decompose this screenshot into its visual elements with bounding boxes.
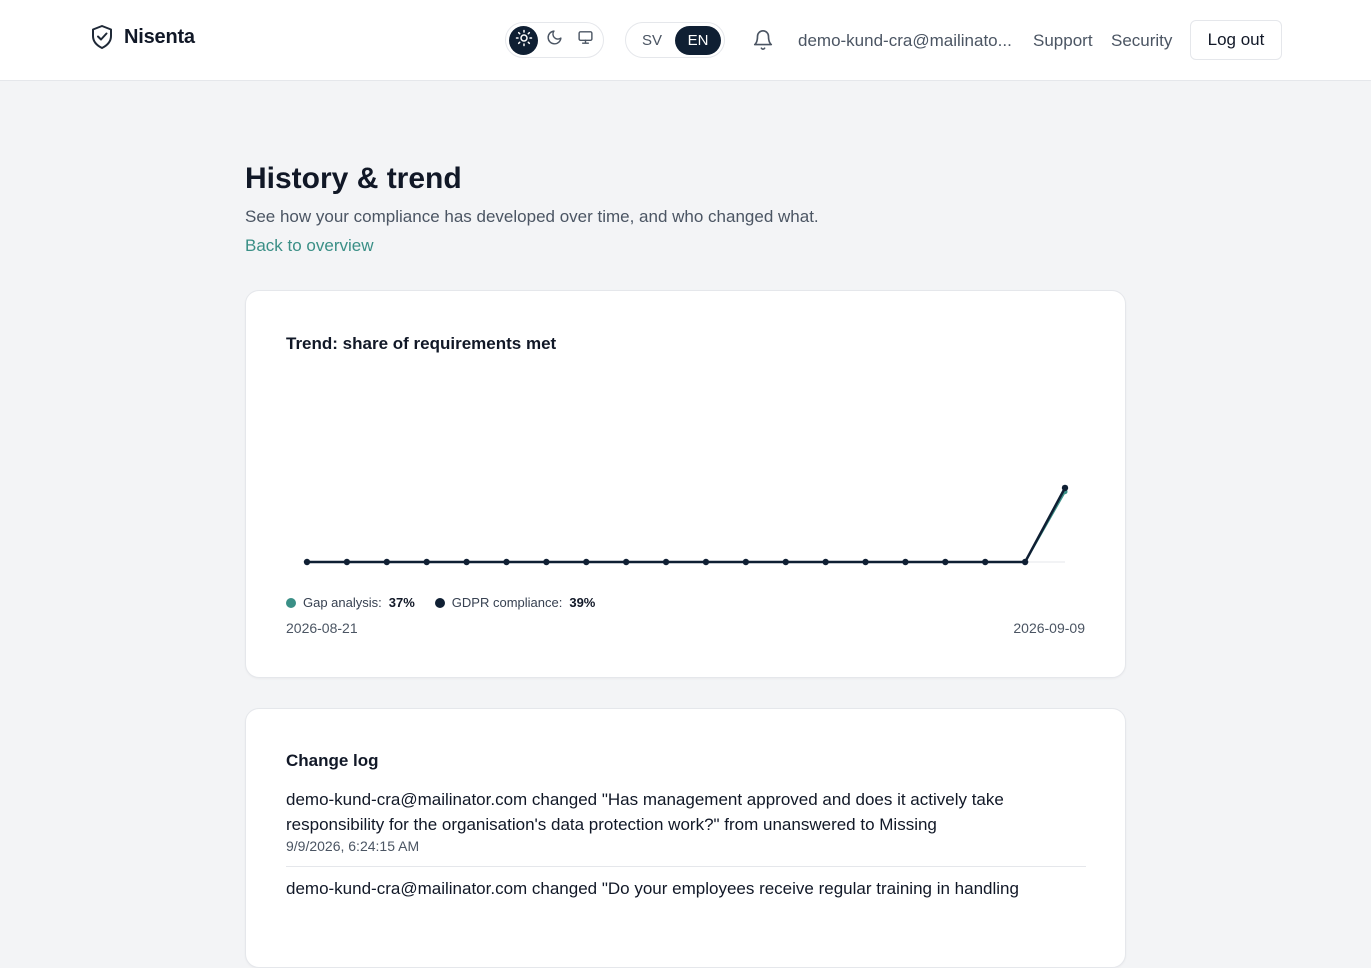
series-line-gap-analysis: [307, 491, 1066, 563]
legend-value-gap-analysis: 37%: [388, 595, 415, 610]
changelog-title: Change log: [286, 751, 379, 770]
lang-sv-button[interactable]: SV: [629, 26, 675, 55]
data-point-gdpr-compliance[interactable]: [782, 558, 789, 566]
data-point-gdpr-compliance[interactable]: [1021, 558, 1029, 566]
legend-dot-gap-analysis: [286, 597, 296, 608]
data-point-gdpr-compliance[interactable]: [622, 558, 630, 566]
shield-check-icon: [90, 24, 114, 50]
data-point-gdpr-compliance[interactable]: [423, 558, 430, 566]
changelog-card: Change log demo-kund-cra@mailinator.com …: [245, 708, 1126, 968]
legend-gdpr-compliance: GDPR compliance: 39%: [434, 595, 596, 610]
data-point-gdpr-compliance[interactable]: [463, 558, 470, 566]
theme-system-button[interactable]: [571, 26, 600, 55]
theme-dark-button[interactable]: [540, 26, 569, 55]
brand-name: Nisenta: [124, 25, 195, 48]
changelog-entry-time: 9/9/2026, 6:24:15 AM: [286, 838, 420, 854]
page-subtitle: See how your compliance has developed ov…: [245, 207, 819, 226]
changelog-divider: [286, 866, 1086, 867]
support-link[interactable]: Support: [1033, 31, 1093, 51]
sun-icon: [515, 29, 533, 52]
top-navbar: Nisenta SV EN demo-kund-cra@mailinato...…: [0, 0, 1371, 81]
legend-gap-analysis: Gap analysis: 37%: [286, 595, 415, 610]
data-point-gdpr-compliance[interactable]: [583, 558, 590, 566]
brand-logo[interactable]: Nisenta: [90, 24, 195, 50]
data-point-gdpr-compliance[interactable]: [702, 558, 710, 566]
data-point-gdpr-compliance[interactable]: [662, 558, 670, 566]
language-switcher: SV EN: [625, 22, 725, 58]
chart-legend: Gap analysis: 37% GDPR compliance: 39%: [286, 595, 595, 610]
legend-label-gap-analysis: Gap analysis:: [303, 595, 382, 610]
moon-icon: [546, 29, 563, 51]
changelog-entry-text: demo-kund-cra@mailinator.com changed "Do…: [286, 879, 1019, 898]
data-point-gdpr-compliance[interactable]: [942, 558, 949, 566]
trend-card: Trend: share of requirements met Gap ana…: [245, 290, 1126, 678]
data-point-gdpr-compliance[interactable]: [742, 558, 750, 566]
data-point-gdpr-compliance[interactable]: [503, 558, 510, 566]
changelog-entry: demo-kund-cra@mailinator.com changed "Ha…: [286, 787, 1086, 854]
monitor-icon: [577, 29, 594, 51]
security-link[interactable]: Security: [1111, 31, 1172, 51]
theme-switcher: [505, 22, 604, 58]
bell-icon: [752, 30, 774, 55]
chart-start-date: 2026-08-21: [286, 620, 358, 636]
page-title: History & trend: [245, 162, 462, 195]
series-line-gdpr-compliance: [307, 487, 1067, 564]
changelog-entry: demo-kund-cra@mailinator.com changed "Do…: [286, 876, 1086, 902]
logout-button[interactable]: Log out: [1190, 20, 1282, 60]
data-point-gdpr-compliance[interactable]: [303, 558, 311, 566]
user-email-link[interactable]: demo-kund-cra@mailinato...: [798, 31, 1012, 51]
data-point-gdpr-compliance[interactable]: [822, 558, 829, 566]
data-point-gdpr-compliance[interactable]: [383, 558, 390, 566]
legend-dot-gdpr-compliance: [434, 597, 445, 608]
data-point-gdpr-compliance[interactable]: [862, 558, 869, 566]
notifications-button[interactable]: [752, 29, 774, 56]
chart-end-date: 2026-09-09: [1013, 620, 1085, 636]
changelog-entry-text: demo-kund-cra@mailinator.com changed "Ha…: [286, 790, 1004, 834]
legend-label-gdpr-compliance: GDPR compliance:: [451, 595, 563, 610]
data-point-gdpr-compliance[interactable]: [343, 558, 351, 566]
data-point-gdpr-compliance[interactable]: [543, 558, 550, 566]
data-point-gdpr-compliance[interactable]: [982, 558, 989, 566]
trend-chart: [303, 484, 1069, 566]
theme-light-button[interactable]: [509, 25, 538, 55]
data-point-gdpr-compliance[interactable]: [902, 558, 909, 566]
data-point-gdpr-compliance[interactable]: [1061, 484, 1069, 492]
back-to-overview-link[interactable]: Back to overview: [245, 236, 374, 256]
legend-value-gdpr-compliance: 39%: [569, 595, 596, 610]
lang-en-button[interactable]: EN: [675, 25, 721, 55]
